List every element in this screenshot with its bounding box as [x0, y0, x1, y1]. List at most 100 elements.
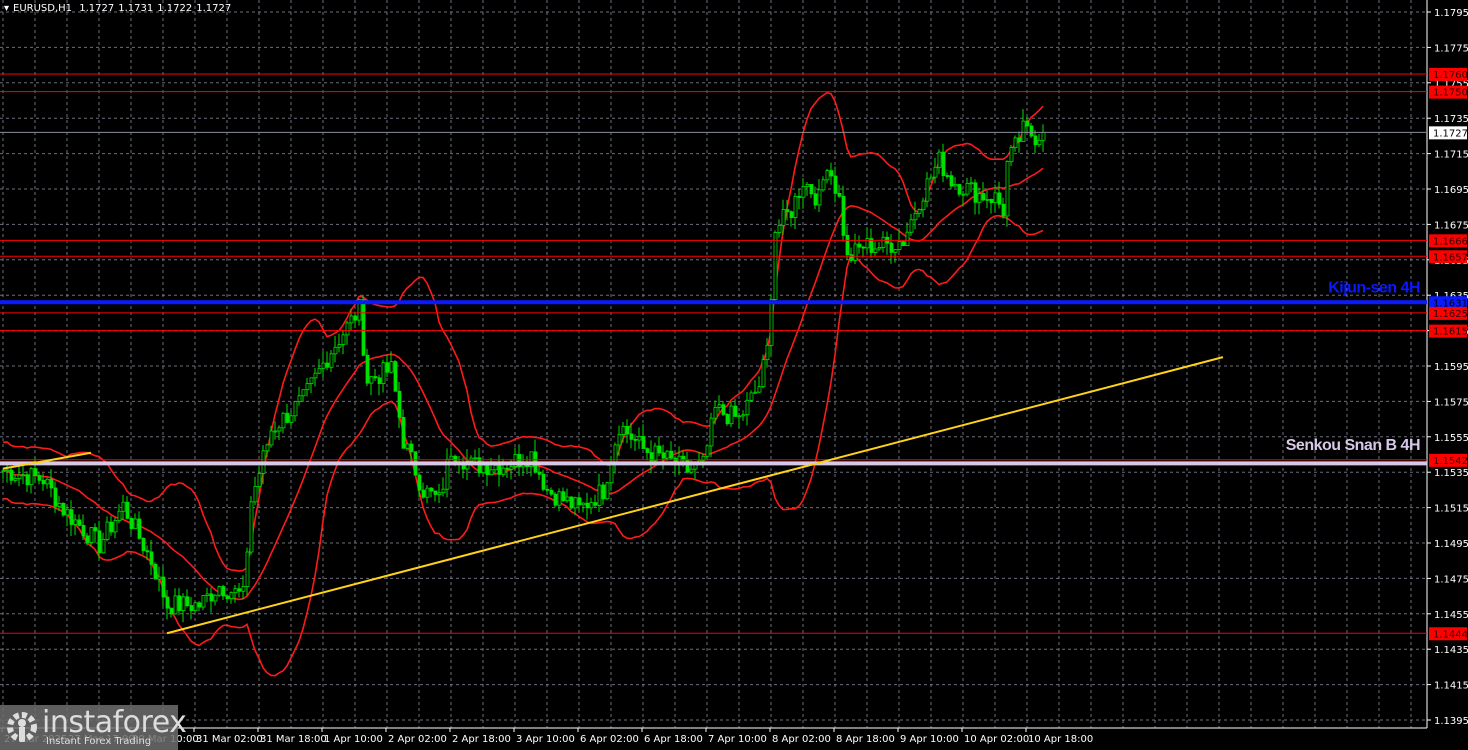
- time-tick-label: 31 Mar 18:00: [260, 734, 327, 745]
- candle-body: [565, 496, 570, 502]
- candle-body: [377, 377, 382, 384]
- candle-body: [545, 488, 550, 491]
- candle-body: [921, 200, 926, 211]
- candle-body: [1029, 125, 1034, 137]
- candle-body: [901, 241, 906, 247]
- candle-body: [173, 595, 178, 615]
- price-chart[interactable]: 1.17951.17751.17551.17351.17151.16951.16…: [0, 0, 1468, 750]
- candle-body: [129, 517, 134, 529]
- candle-body: [93, 527, 98, 532]
- candle-body: [185, 596, 190, 606]
- candle-body: [929, 176, 934, 180]
- candle-body: [913, 212, 918, 221]
- candle-body: [421, 489, 426, 498]
- candle-body: [293, 401, 298, 417]
- candle-body: [273, 430, 278, 433]
- candle-body: [61, 502, 66, 516]
- candle-body: [37, 475, 42, 481]
- candle-body: [449, 455, 454, 460]
- candle-body: [1, 470, 6, 473]
- price-tick-label: 1.1495: [1434, 539, 1468, 550]
- collapse-triangle-icon[interactable]: ▾: [4, 3, 9, 14]
- price-tick-label: 1.1535: [1434, 468, 1468, 479]
- level-price-label: 1.1760: [1433, 70, 1468, 81]
- candle-body: [593, 502, 598, 506]
- candle-body: [141, 537, 146, 552]
- close-price: 1.1727: [196, 3, 232, 14]
- candle-body: [1037, 139, 1042, 146]
- candle-body: [637, 436, 642, 441]
- candle-body: [497, 464, 502, 475]
- candle-body: [309, 377, 314, 384]
- time-tick-label: 2 Apr 18:00: [452, 734, 511, 745]
- candle-body: [961, 193, 966, 196]
- candle-body: [289, 415, 294, 423]
- low-price: 1.1722: [157, 3, 193, 14]
- level-price-label: 1.1444: [1433, 629, 1468, 640]
- candle-body: [941, 151, 946, 176]
- candle-body: [613, 444, 618, 465]
- candle-body: [669, 450, 674, 459]
- candle-body: [949, 175, 954, 187]
- candle-body: [381, 362, 386, 384]
- trend-line: [166, 356, 1224, 635]
- candle-body: [153, 563, 158, 580]
- candle-body: [73, 519, 78, 525]
- level-price-label: 1.1750: [1433, 88, 1468, 99]
- candle-body: [189, 605, 194, 611]
- candle-body: [917, 209, 922, 214]
- candle-body: [857, 243, 862, 248]
- candle-body: [77, 519, 82, 526]
- brand-name: instaforex: [42, 705, 187, 740]
- candle-body: [553, 493, 558, 506]
- candle-body: [1005, 161, 1010, 217]
- candle-body: [597, 484, 602, 506]
- time-tick-label: 1 Apr 10:00: [324, 734, 383, 745]
- candle-body: [893, 249, 898, 253]
- candle-body: [221, 586, 226, 597]
- candle-body: [773, 232, 778, 300]
- candle-body: [489, 469, 494, 476]
- price-tick-label: 1.1695: [1434, 185, 1468, 196]
- candle-body: [57, 502, 62, 507]
- candle-body: [433, 490, 438, 495]
- bollinger-upper: [2, 91, 1044, 572]
- candle-body: [573, 497, 578, 509]
- candle-body: [225, 595, 230, 600]
- candle-body: [605, 482, 610, 500]
- price-tick-label: 1.1675: [1434, 220, 1468, 231]
- candle-body: [837, 192, 842, 197]
- candle-body: [281, 412, 286, 429]
- candle-body: [601, 484, 606, 500]
- candle-body: [993, 192, 998, 204]
- candle-body: [145, 550, 150, 553]
- time-tick-label: 3 Apr 10:00: [516, 734, 575, 745]
- candle-body: [321, 362, 326, 369]
- price-tick-label: 1.1515: [1434, 504, 1468, 515]
- price-tick-label: 1.1575: [1434, 397, 1468, 408]
- level-price-label: 1.1727: [1433, 128, 1468, 139]
- gear-logo-icon: [7, 712, 37, 742]
- candle-body: [401, 416, 406, 449]
- time-tick-label: 6 Apr 18:00: [644, 734, 703, 745]
- candle-body: [945, 175, 950, 177]
- price-tick-label: 1.1715: [1434, 150, 1468, 161]
- time-tick-label: 2 Apr 02:00: [388, 734, 447, 745]
- candle-body: [641, 436, 646, 449]
- candle-body: [121, 501, 126, 512]
- candle-body: [285, 412, 290, 423]
- candle-body: [621, 426, 626, 435]
- time-tick-label: 9 Apr 10:00: [900, 734, 959, 745]
- time-tick-label: 7 Apr 10:00: [708, 734, 767, 745]
- candle-body: [305, 383, 310, 391]
- level-price-label: 1.1625: [1433, 309, 1468, 320]
- candle-body: [113, 520, 118, 533]
- candle-body: [861, 246, 866, 249]
- candle-body: [21, 474, 26, 477]
- candle-body: [937, 151, 942, 168]
- candle-body: [581, 502, 586, 506]
- candle-body: [733, 405, 738, 417]
- candle-body: [845, 234, 850, 256]
- candle-body: [825, 170, 830, 181]
- candle-body: [169, 607, 174, 615]
